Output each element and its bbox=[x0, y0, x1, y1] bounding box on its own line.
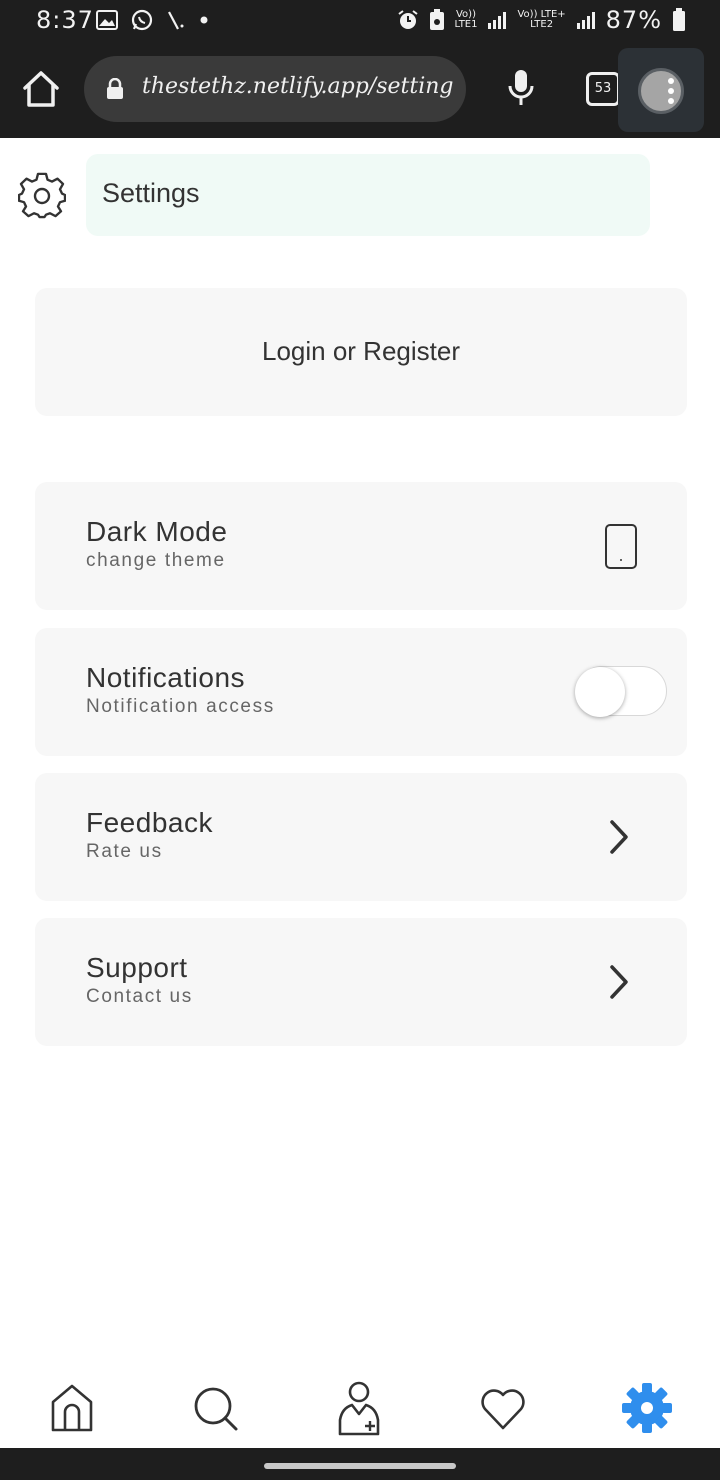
setting-subtitle: change theme bbox=[86, 550, 226, 571]
avatar bbox=[638, 68, 684, 114]
setting-support[interactable]: Support Contact us bbox=[35, 918, 687, 1046]
dot-icon bbox=[200, 16, 208, 24]
status-time: 8:37 bbox=[36, 6, 94, 34]
tab-count: 53 bbox=[594, 81, 612, 96]
toggle-knob bbox=[575, 667, 625, 717]
search-icon[interactable] bbox=[190, 1380, 240, 1436]
battery-icon bbox=[673, 8, 685, 31]
signal-icon bbox=[576, 12, 595, 29]
setting-subtitle: Contact us bbox=[86, 986, 193, 1007]
sim1-indicator: Vo)) LTE1 bbox=[455, 10, 478, 30]
login-register-button[interactable]: Login or Register bbox=[35, 288, 687, 416]
notifications-toggle[interactable] bbox=[575, 666, 667, 717]
page-title: Settings bbox=[102, 178, 200, 208]
setting-subtitle: Rate us bbox=[86, 841, 163, 862]
setting-title: Feedback bbox=[86, 807, 213, 838]
status-notification-icons bbox=[96, 8, 210, 32]
gallery-icon bbox=[96, 10, 118, 30]
chevron-right-icon bbox=[610, 965, 628, 999]
page-title-box: Settings bbox=[86, 154, 650, 236]
setting-title: Dark Mode bbox=[86, 516, 228, 547]
chevron-right-icon bbox=[610, 820, 628, 854]
setting-title: Support bbox=[86, 952, 188, 983]
login-register-label: Login or Register bbox=[262, 336, 460, 366]
setting-feedback[interactable]: Feedback Rate us bbox=[35, 773, 687, 901]
browser-toolbar: thestethz.netlify.app/setting 53 bbox=[0, 42, 720, 138]
sim2-bottom: LTE2 bbox=[530, 19, 554, 30]
tab-switcher-button[interactable]: 53 bbox=[586, 72, 620, 106]
bottom-navigation bbox=[0, 1372, 720, 1448]
setting-notifications: Notifications Notification access bbox=[35, 628, 687, 756]
setting-title: Notifications bbox=[86, 662, 246, 693]
battery-saver-icon bbox=[429, 9, 444, 30]
missed-call-icon bbox=[168, 11, 184, 30]
heart-icon[interactable] bbox=[478, 1380, 528, 1436]
phone-icon[interactable] bbox=[605, 524, 637, 569]
sim1-bottom: LTE1 bbox=[454, 19, 478, 30]
whatsapp-icon bbox=[131, 9, 153, 31]
gear-icon bbox=[18, 172, 66, 219]
home-gesture-handle[interactable] bbox=[264, 1463, 456, 1469]
status-system-icons: Vo)) LTE1 Vo)) LTE+ LTE2 87% bbox=[397, 6, 687, 34]
setting-subtitle: Notification access bbox=[86, 696, 275, 717]
battery-percentage: 87% bbox=[605, 6, 662, 34]
home-icon[interactable] bbox=[47, 1380, 97, 1436]
settings-icon[interactable] bbox=[622, 1380, 672, 1436]
setting-dark-mode[interactable]: Dark Mode change theme bbox=[35, 482, 687, 610]
more-menu-icon bbox=[668, 78, 674, 104]
microphone-icon[interactable] bbox=[506, 68, 536, 108]
address-bar[interactable]: thestethz.netlify.app/setting bbox=[84, 56, 466, 122]
sim2-indicator: Vo)) LTE+ LTE2 bbox=[517, 10, 565, 30]
lock-icon bbox=[107, 78, 123, 99]
alarm-icon bbox=[397, 10, 418, 29]
profile-menu-button[interactable] bbox=[618, 48, 704, 132]
gesture-navigation-bar bbox=[0, 1448, 720, 1480]
url-text: thestethz.netlify.app/setting bbox=[142, 74, 454, 99]
browser-home-icon[interactable] bbox=[20, 68, 62, 110]
signal-icon bbox=[488, 12, 507, 29]
status-bar: 8:37 Vo)) LTE1 Vo)) LTE+ LTE2 87% bbox=[0, 0, 720, 42]
doctor-icon[interactable] bbox=[334, 1380, 384, 1436]
